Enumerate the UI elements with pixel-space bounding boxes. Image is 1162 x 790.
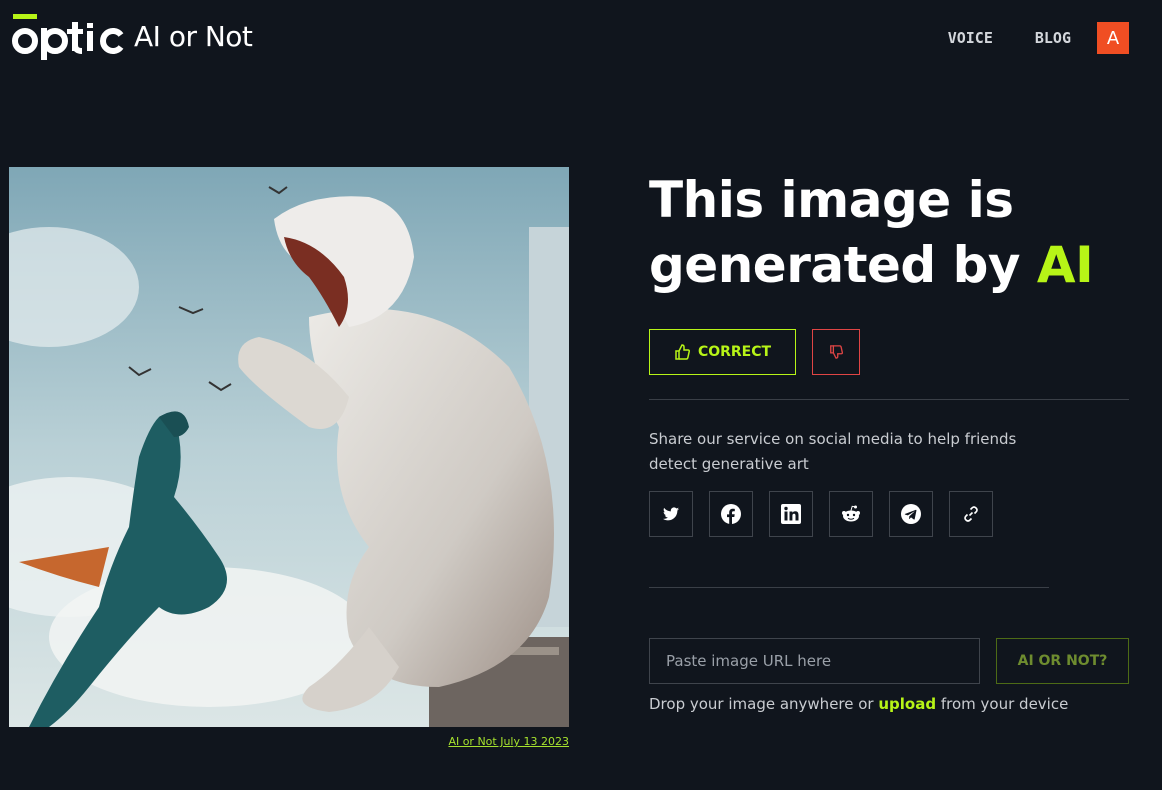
facebook-icon [721,504,741,524]
optic-logo[interactable] [11,14,125,60]
headline-accent: AI [1036,236,1094,294]
drop-instructions: Drop your image anywhere or upload from … [649,695,1129,713]
main-nav: VOICE BLOG A [948,22,1129,54]
reddit-icon [842,505,860,522]
share-linkedin-button[interactable] [769,491,813,537]
share-text: Share our service on social media to hel… [649,430,1017,473]
link-icon [964,506,978,522]
result-headline: This image is generated by AI [649,168,1129,298]
headline-prefix: generated by [649,236,1037,294]
optic-logo-icon [12,14,124,60]
url-check-form: AI OR NOT? [649,638,1129,684]
divider [649,399,1129,400]
drop-prefix: Drop your image anywhere or [649,695,879,713]
social-share-list [649,491,993,537]
share-facebook-button[interactable] [709,491,753,537]
share-twitter-button[interactable] [649,491,693,537]
share-telegram-button[interactable] [889,491,933,537]
header: AI or Not VOICE BLOG A [0,0,1162,80]
avatar[interactable]: A [1097,22,1129,54]
telegram-icon [901,504,921,524]
wrong-button[interactable] [812,329,860,375]
image-caption[interactable]: AI or Not July 13 2023 [300,735,569,748]
thumbs-down-icon [830,345,843,359]
upload-link[interactable]: upload [878,695,936,713]
correct-button[interactable]: CORRECT [649,329,796,375]
logo-subtitle: AI or Not [134,20,253,53]
twitter-icon [663,507,679,521]
result-panel: This image is generated by AI CORRECT Sh… [649,168,1129,713]
linkedin-icon [781,504,801,524]
nav-blog[interactable]: BLOG [1035,29,1071,47]
correct-label: CORRECT [697,344,772,360]
uploaded-image [9,167,569,727]
headline-line-2: generated by AI [649,233,1129,298]
drop-suffix: from your device [936,695,1069,713]
copy-link-button[interactable] [949,491,993,537]
image-url-input[interactable] [649,638,980,684]
ai-or-not-button[interactable]: AI OR NOT? [996,638,1129,684]
feedback-buttons: CORRECT [649,329,860,375]
image-illustration [9,167,569,727]
share-reddit-button[interactable] [829,491,873,537]
headline-line-1: This image is [649,171,1014,229]
divider [649,587,1049,588]
thumbs-up-icon [675,344,690,360]
nav-voice[interactable]: VOICE [948,29,993,47]
